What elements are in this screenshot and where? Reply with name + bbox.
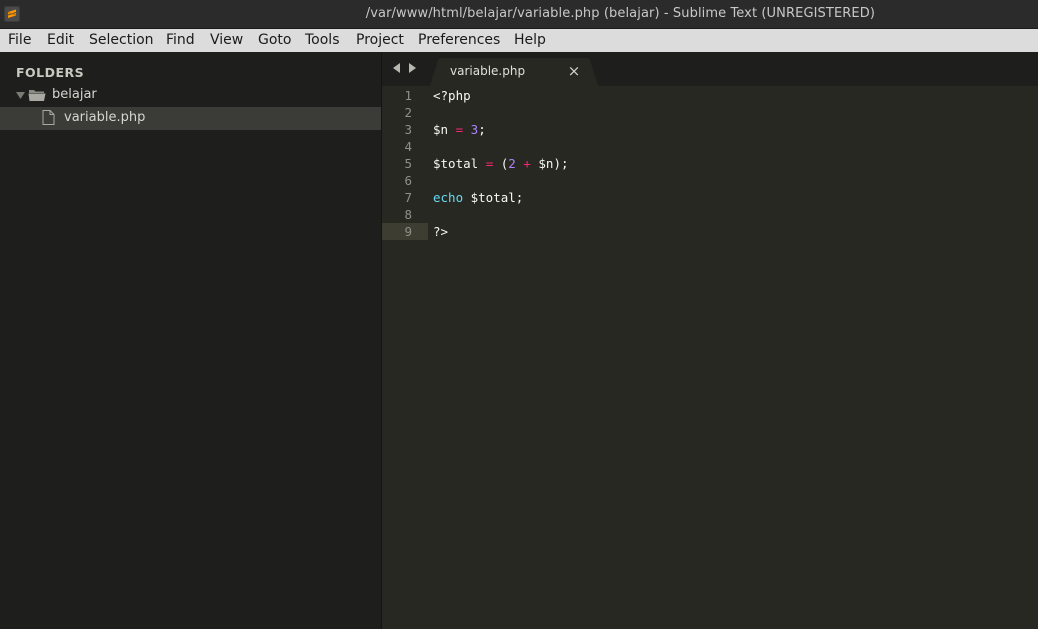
chevron-down-icon[interactable]: [16, 92, 25, 99]
code-token: $n);: [530, 156, 569, 171]
code-line[interactable]: echo $total;: [433, 189, 523, 206]
file-label: variable.php: [64, 110, 146, 125]
code-editor[interactable]: 1 2 3 4 5 6 7 8 9 <?php $n = 3; $total =…: [382, 86, 1038, 629]
code-token: 2: [508, 156, 516, 171]
tab-right-arrow-icon[interactable]: [408, 63, 416, 73]
tab-bar: variable.php ×: [382, 52, 1038, 86]
code-line[interactable]: $n = 3;: [433, 121, 486, 138]
code-line[interactable]: $total = (2 + $n);: [433, 155, 569, 172]
window-title: /var/www/html/belajar/variable.php (bela…: [365, 6, 875, 21]
code-token: =: [455, 122, 464, 137]
menu-help[interactable]: Help: [514, 32, 546, 48]
code-token: +: [523, 156, 531, 171]
line-number: 3: [404, 122, 412, 137]
code-token: (: [493, 156, 509, 171]
menu-edit[interactable]: Edit: [47, 32, 74, 48]
tab-label: variable.php: [450, 64, 526, 78]
line-number: 1: [404, 88, 412, 103]
code-token: $total: [433, 156, 479, 171]
sidebar: FOLDERS belajar variable.php: [0, 52, 382, 629]
code-token: ;: [478, 122, 486, 137]
folders-header: FOLDERS: [16, 65, 85, 80]
line-number: 7: [404, 190, 412, 205]
line-number: 2: [404, 105, 412, 120]
menu-tools[interactable]: Tools: [305, 32, 340, 48]
menu-preferences[interactable]: Preferences: [418, 32, 500, 48]
line-number: 6: [404, 173, 412, 188]
menu-find[interactable]: Find: [166, 32, 195, 48]
line-number: 8: [404, 207, 412, 222]
code-token: <?php: [433, 88, 471, 103]
line-number: 9: [404, 224, 412, 239]
close-icon[interactable]: ×: [566, 62, 582, 80]
folder-label: belajar: [52, 87, 97, 102]
folder-open-icon: [28, 90, 46, 101]
title-bar: /var/www/html/belajar/variable.php (bela…: [0, 0, 1038, 29]
menu-project[interactable]: Project: [356, 32, 404, 48]
menu-bar: File Edit Selection Find View Goto Tools…: [0, 29, 1038, 52]
line-number: 5: [404, 156, 412, 171]
menu-view[interactable]: View: [210, 32, 243, 48]
menu-selection[interactable]: Selection: [89, 32, 154, 48]
file-icon: [42, 110, 55, 125]
code-token: echo: [433, 190, 464, 205]
tab-left-arrow-icon[interactable]: [393, 63, 401, 73]
code-line[interactable]: <?php: [433, 87, 471, 104]
menu-goto[interactable]: Goto: [258, 32, 291, 48]
sidebar-folder-belajar[interactable]: belajar: [0, 84, 381, 107]
code-token: $total;: [463, 190, 524, 205]
code-token: ?>: [433, 224, 449, 239]
tab-variable-php[interactable]: variable.php ×: [430, 58, 598, 86]
sidebar-file-variable-php[interactable]: variable.php: [0, 107, 381, 130]
menu-file[interactable]: File: [8, 32, 31, 48]
code-token: $n: [433, 122, 449, 137]
code-line[interactable]: ?>: [433, 223, 448, 240]
line-gutter: 1 2 3 4 5 6 7 8 9: [382, 86, 428, 629]
line-number: 4: [404, 139, 412, 154]
